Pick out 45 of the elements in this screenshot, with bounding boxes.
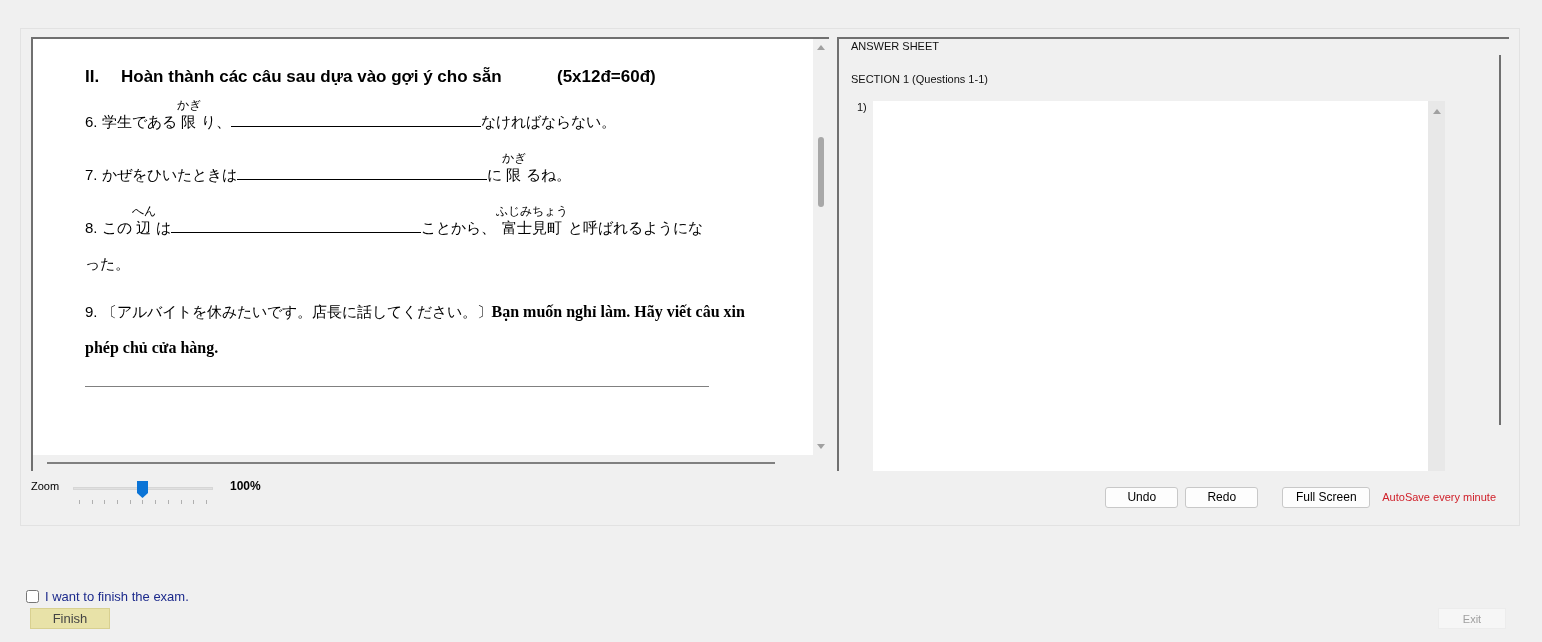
points-label: (5x12đ=60đ) bbox=[557, 67, 656, 87]
question-text: り、 bbox=[200, 113, 231, 131]
word-with-furigana: ふじみちょう 富士見町 bbox=[495, 205, 568, 238]
question-text: は bbox=[155, 219, 171, 237]
question-text: 〔アルバイトを休みたいです。店長に話してください。〕 bbox=[101, 303, 492, 321]
question-text: 学生である bbox=[101, 113, 177, 131]
instruction-text: Bạn muốn nghỉ làm. Hãy viết câu xin bbox=[491, 303, 745, 320]
question-text: に bbox=[486, 166, 502, 184]
question-text: この bbox=[101, 219, 132, 237]
question-text: なければならない。 bbox=[480, 113, 616, 131]
checkbox-label[interactable]: I want to finish the exam. bbox=[45, 589, 189, 604]
vertical-scrollbar[interactable] bbox=[1428, 101, 1445, 471]
section-heading: Hoàn thành các câu sau dựa vào gợi ý cho sẵn bbox=[121, 67, 503, 87]
scroll-up-icon[interactable] bbox=[816, 43, 826, 51]
question-text: ことから、 bbox=[420, 219, 496, 237]
toolbar-button[interactable]: Undo bbox=[1105, 486, 1179, 508]
word-with-furigana: へん 辺 bbox=[131, 205, 156, 238]
question-text: った。 bbox=[85, 255, 130, 273]
question-number: 6. bbox=[85, 113, 98, 130]
toolbar-button[interactable]: Redo bbox=[1185, 486, 1259, 508]
zoom-value: 100% bbox=[230, 479, 261, 493]
autosave-note: AutoSave every minute bbox=[1382, 491, 1496, 503]
question-number: 8. bbox=[85, 219, 98, 236]
answer-sheet-title: ANSWER SHEET bbox=[851, 40, 940, 52]
section-label: SECTION 1 (Questions 1-1) bbox=[851, 73, 989, 85]
question-text: るね。 bbox=[525, 166, 571, 184]
scroll-up-icon[interactable] bbox=[1431, 107, 1442, 115]
scroll-down-icon[interactable] bbox=[816, 443, 826, 451]
slider-thumb[interactable] bbox=[137, 481, 148, 498]
finish-checkbox[interactable] bbox=[26, 590, 39, 603]
answer-number: 1) bbox=[856, 101, 868, 115]
finish-button[interactable]: Finish bbox=[30, 608, 110, 629]
vertical-scrollbar[interactable] bbox=[1499, 55, 1501, 425]
question-number: 9. bbox=[85, 303, 98, 320]
instruction-text: phép chủ cửa hàng. bbox=[85, 339, 219, 356]
question-text: と呼ばれるようにな bbox=[567, 219, 703, 237]
question-text: かぜをひいたときは bbox=[101, 166, 237, 184]
word-with-furigana: かぎ 限 bbox=[501, 152, 526, 185]
scrollbar-thumb[interactable] bbox=[818, 137, 824, 207]
section-number: II. bbox=[85, 67, 101, 87]
question-number: 7. bbox=[85, 166, 98, 183]
zoom-label: Zoom bbox=[31, 479, 61, 492]
scrollbar-thumb[interactable] bbox=[47, 462, 775, 464]
word-with-furigana: かぎ 限 bbox=[176, 99, 201, 132]
toolbar-button[interactable]: Full Screen bbox=[1282, 486, 1371, 508]
